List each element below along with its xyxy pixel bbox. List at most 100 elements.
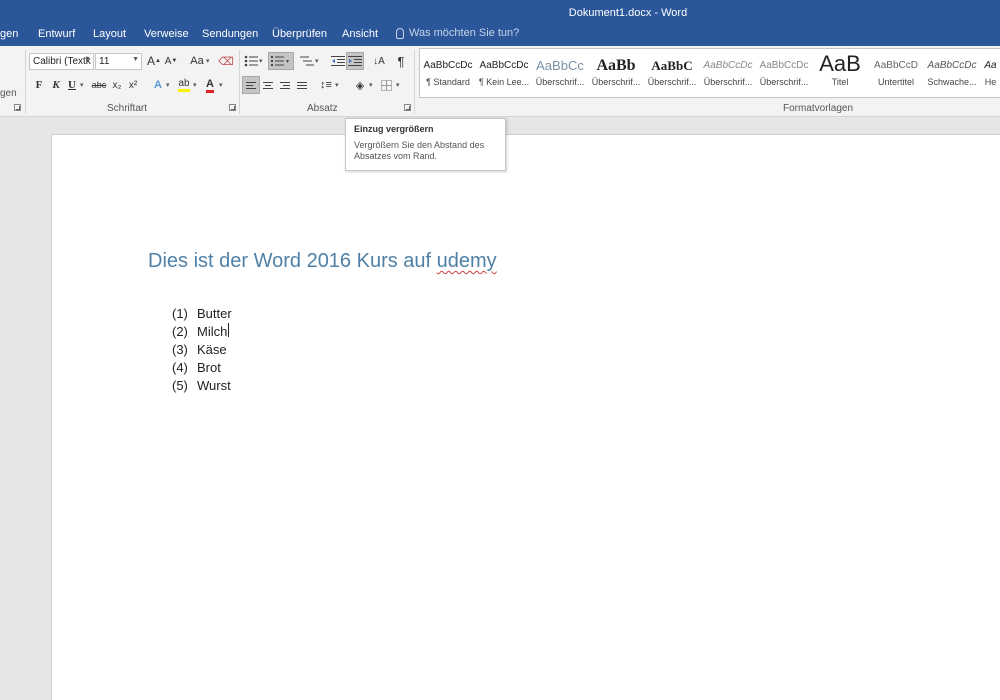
font-group-label: Schriftart: [107, 103, 148, 114]
tooltip-title: Einzug vergrößern: [354, 124, 434, 134]
style-heading-5[interactable]: AaBbCcDc Überschrif...: [756, 49, 812, 97]
clipboard-launcher-icon[interactable]: [14, 104, 21, 111]
chevron-down-icon[interactable]: ▾: [193, 81, 197, 89]
bullets-button[interactable]: [243, 53, 259, 69]
numbering-icon: ▾: [271, 56, 289, 66]
clear-formatting-icon: ⌫: [218, 55, 234, 68]
style-standard[interactable]: AaBbCcDc ¶ Standard: [420, 49, 476, 97]
chevron-down-icon[interactable]: ▾: [369, 81, 373, 89]
align-left-button[interactable]: [242, 76, 260, 94]
multilevel-list-button[interactable]: [299, 53, 315, 69]
chevron-down-icon[interactable]: ▾: [219, 81, 223, 89]
tab-layout[interactable]: Layout: [93, 28, 126, 40]
text-effects-button[interactable]: A: [150, 77, 166, 93]
text-cursor: [228, 323, 230, 337]
tab-ueberpruefen[interactable]: Überprüfen: [272, 28, 327, 40]
shrink-font-icon: A: [164, 55, 172, 67]
underline-button[interactable]: U: [64, 77, 80, 93]
chevron-down-icon[interactable]: ▾: [80, 81, 84, 89]
style-heading-1[interactable]: AaBbCc Überschrif...: [532, 49, 588, 97]
strikethrough-button[interactable]: abc: [90, 77, 108, 93]
lightbulb-icon: [396, 27, 404, 39]
superscript-button[interactable]: x²: [125, 77, 141, 93]
tab-sendungen[interactable]: Sendungen: [202, 28, 258, 40]
font-launcher-icon[interactable]: [229, 104, 236, 111]
chevron-down-icon[interactable]: ▾: [259, 57, 263, 65]
show-marks-button[interactable]: ¶: [393, 53, 409, 69]
styles-group-label: Formatvorlagen: [783, 103, 854, 114]
list-item[interactable]: (2) Milch: [172, 323, 232, 341]
svg-text:▾: ▾: [286, 59, 289, 65]
align-center-icon: [263, 80, 273, 91]
chevron-down-icon: ▼: [84, 56, 91, 63]
style-sample: AaBbCcDc: [927, 60, 977, 71]
decrease-indent-button[interactable]: [330, 53, 346, 69]
style-untertitel[interactable]: AaBbCcD Untertitel: [868, 49, 924, 97]
style-name: Untertitel: [877, 77, 914, 87]
style-heading-3[interactable]: AaBbC Überschrif...: [644, 49, 700, 97]
change-case-icon: Aa: [190, 55, 204, 67]
style-titel[interactable]: AaB Titel: [812, 49, 868, 97]
misspelled-word[interactable]: udemy: [437, 250, 497, 272]
list-text: Käse: [197, 342, 227, 357]
style-kein-leerraum[interactable]: AaBbCcDc ¶ Kein Lee...: [476, 49, 532, 97]
paragraph-launcher-icon[interactable]: [404, 104, 411, 111]
shading-button[interactable]: ◈: [352, 77, 368, 93]
style-sample: AaBbCcDc: [703, 60, 753, 71]
align-right-button[interactable]: [277, 77, 293, 93]
list-item[interactable]: (3) Käse: [172, 341, 232, 359]
chevron-down-icon[interactable]: ▾: [206, 57, 210, 65]
highlight-button[interactable]: ab: [176, 77, 192, 93]
align-center-button[interactable]: [260, 77, 276, 93]
borders-button[interactable]: [378, 77, 394, 93]
sort-button[interactable]: ↓A: [371, 53, 387, 69]
increase-indent-icon: [348, 56, 362, 66]
style-hervorhebung-partial[interactable]: Aa He: [980, 49, 1000, 97]
style-schwache-hervorhebung[interactable]: AaBbCcDc Schwache...: [924, 49, 980, 97]
title-bar: Dokument1.docx - Word gen Entwurf Layout…: [0, 0, 1000, 46]
text-effects-icon: A: [154, 79, 162, 91]
font-name-value: Calibri (Textk: [33, 56, 91, 67]
list-item[interactable]: (5) Wurst: [172, 377, 232, 395]
tab-verweise[interactable]: Verweise: [144, 28, 189, 40]
chevron-down-icon[interactable]: ▾: [166, 81, 170, 89]
list-item[interactable]: (4) Brot: [172, 359, 232, 377]
tell-me-placeholder: Was möchten Sie tun?: [409, 27, 520, 39]
italic-button[interactable]: K: [48, 77, 64, 93]
shrink-font-button[interactable]: A ▼: [163, 53, 179, 69]
style-heading-4[interactable]: AaBbCcDc Überschrif...: [700, 49, 756, 97]
tab-entwurf[interactable]: Entwurf: [38, 28, 75, 40]
increase-indent-button[interactable]: [346, 52, 364, 70]
tooltip-increase-indent: Einzug vergrößern Vergrößern Sie den Abs…: [345, 118, 506, 171]
document-heading[interactable]: Dies ist der Word 2016 Kurs auf udemy: [148, 250, 497, 273]
numbering-button[interactable]: ▾: [268, 52, 294, 70]
list-item[interactable]: (1) Butter: [172, 305, 232, 323]
tab-einfuegen-partial[interactable]: gen: [0, 28, 18, 40]
pilcrow-icon: ¶: [397, 53, 405, 69]
tell-me-box[interactable]: Was möchten Sie tun?: [396, 27, 519, 39]
chevron-down-icon[interactable]: ▾: [335, 81, 339, 89]
grow-font-icon: A: [147, 54, 156, 68]
change-case-button[interactable]: Aa: [186, 53, 208, 69]
line-spacing-icon: ↕≡: [320, 79, 332, 91]
style-heading-2[interactable]: AaBb Überschrif...: [588, 49, 644, 97]
document-page[interactable]: Dies ist der Word 2016 Kurs auf udemy (1…: [51, 134, 1000, 700]
chevron-down-icon[interactable]: ▾: [315, 57, 319, 65]
underline-icon: U: [68, 79, 76, 91]
bold-button[interactable]: F: [31, 77, 47, 93]
decrease-indent-icon: [331, 56, 345, 66]
chevron-down-icon[interactable]: ▾: [396, 81, 400, 89]
sort-icon: ↓A: [373, 55, 385, 67]
subscript-button[interactable]: x₂: [109, 77, 125, 93]
style-sample: AaBbC: [651, 58, 693, 73]
clear-formatting-button[interactable]: ⌫: [218, 53, 234, 69]
grow-font-button[interactable]: A ▲: [146, 53, 162, 69]
justify-button[interactable]: [294, 77, 310, 93]
font-color-button[interactable]: A: [202, 77, 218, 93]
style-sample: Aa: [984, 60, 997, 71]
font-name-combo[interactable]: Calibri (Textk ▼: [29, 53, 94, 70]
bullets-icon: [244, 55, 258, 67]
tab-ansicht[interactable]: Ansicht: [342, 28, 378, 40]
font-size-combo[interactable]: 11 ▼: [95, 53, 142, 70]
line-spacing-button[interactable]: ↕≡: [318, 77, 334, 93]
